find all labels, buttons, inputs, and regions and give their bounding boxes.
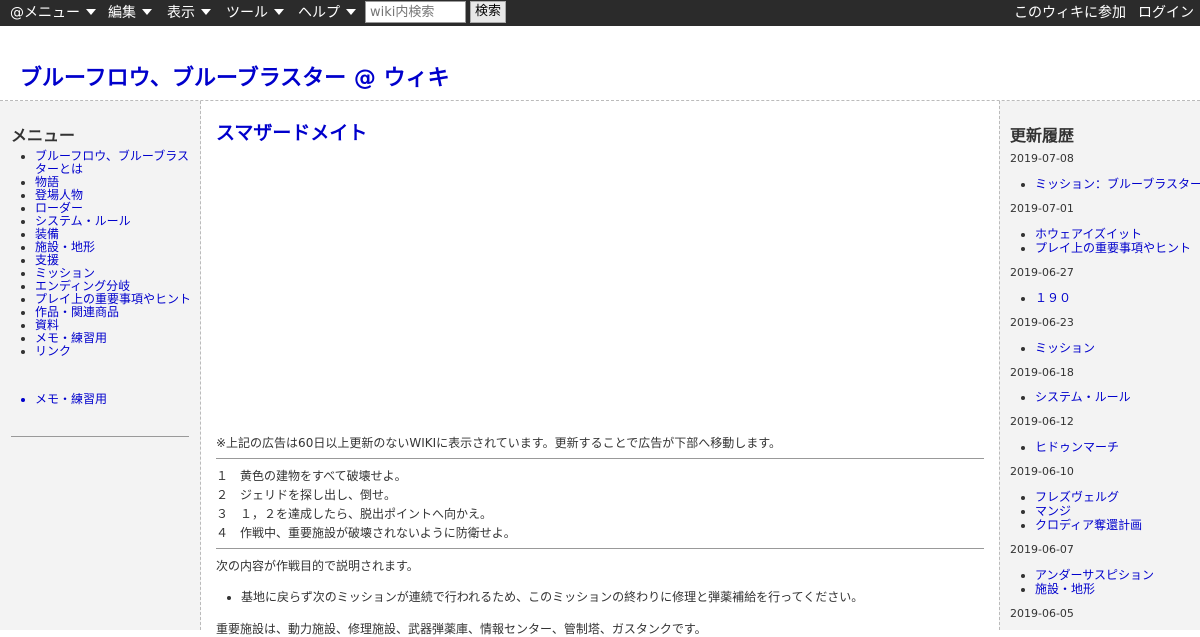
update-date: 2019-07-08 (1010, 152, 1074, 165)
objective-item: ３ １，２を達成したら、脱出ポイントへ向かえ。 (216, 505, 492, 522)
content-divider (216, 458, 984, 459)
update-link[interactable]: アンダーサスピション (1035, 568, 1154, 582)
objective-text: ジェリドを探し出し、倒せ。 (240, 488, 397, 502)
update-date: 2019-06-12 (1010, 415, 1074, 428)
update-date: 2019-06-18 (1010, 366, 1074, 379)
site-title[interactable]: ブルーフロウ、ブルーブラスター @ ウィキ (20, 60, 450, 92)
update-list: システム・ルール (1035, 390, 1131, 404)
update-list: フレズヴェルグ マンジ クロディア奪還計画 (1035, 490, 1142, 532)
update-link[interactable]: ヒドゥンマーチ (1035, 440, 1119, 454)
update-link[interactable]: マンジ (1035, 504, 1142, 518)
edit-dropdown[interactable]: 編集 (108, 0, 152, 26)
list-item: 基地に戻らず次のミッションが連続で行われるため、このミッションの終わりに修理と弾… (241, 588, 863, 605)
update-link[interactable]: ミッション：ブルーブラスター (1035, 177, 1200, 191)
chevron-down-icon (86, 9, 96, 15)
update-date: 2019-06-10 (1010, 465, 1074, 478)
menu-dropdown[interactable]: @メニュー (10, 0, 96, 26)
update-link[interactable]: 施設・地形 (1035, 582, 1154, 596)
sidebar-item[interactable]: システム・ルール (35, 215, 195, 228)
update-list: ミッション：ブルーブラスター (1035, 177, 1200, 191)
chevron-down-icon (201, 9, 211, 15)
objective-text: １，２を達成したら、脱出ポイントへ向かえ。 (240, 507, 493, 521)
page-title[interactable]: スマザードメイト (216, 118, 367, 145)
sidebar-item[interactable]: ブルーフロウ、ブルーブラスターとは (35, 150, 195, 176)
objective-number: ４ (216, 526, 229, 540)
update-link[interactable]: ミッション (1035, 341, 1095, 355)
update-link[interactable]: フレズヴェルグ (1035, 490, 1142, 504)
update-list: ミッション (1035, 341, 1095, 355)
update-date: 2019-06-07 (1010, 543, 1074, 556)
update-link[interactable]: ホウェアイズイット (1035, 227, 1191, 241)
left-divider (11, 436, 189, 437)
tools-dropdown-label: ツール (226, 5, 268, 21)
recent-updates-heading: 更新履歴 (1010, 126, 1075, 145)
update-link[interactable]: １９０ (1035, 291, 1071, 305)
ad-notice: ※上記の広告は60日以上更新のないWIKIに表示されています。更新することで広告… (216, 436, 782, 450)
update-list: ホウェアイズイット プレイ上の重要事項やヒント (1035, 227, 1191, 255)
update-list: ヒドゥンマーチ (1035, 440, 1119, 454)
sidebar-item[interactable]: リンク (35, 345, 195, 358)
update-date: 2019-06-23 (1010, 316, 1074, 329)
top-toolbar: @メニュー 編集 表示 ツール ヘルプ 検索 このウィキに参加 ログイン (0, 0, 1200, 26)
objective-number: ３ (216, 507, 229, 521)
login-link[interactable]: ログイン (1138, 0, 1194, 26)
sidebar-item[interactable]: 作品・関連商品 (35, 306, 195, 319)
join-wiki-link[interactable]: このウィキに参加 (1014, 0, 1126, 26)
chevron-down-icon (274, 9, 284, 15)
chevron-down-icon (346, 9, 356, 15)
left-menu-list: ブルーフロウ、ブルーブラスターとは 物語 登場人物 ローダー システム・ルール … (35, 150, 195, 358)
objective-text: 作戦中、重要施設が破壊されないように防衛せよ。 (240, 526, 516, 540)
content-divider (216, 548, 984, 549)
update-date: 2019-07-01 (1010, 202, 1074, 215)
update-link[interactable]: システム・ルール (1035, 390, 1131, 404)
update-list: １９０ (1035, 291, 1071, 305)
objective-item: ４ 作戦中、重要施設が破壊されないように防衛せよ。 (216, 524, 516, 541)
view-dropdown[interactable]: 表示 (167, 0, 211, 26)
update-link[interactable]: クロディア奪還計画 (1035, 518, 1142, 532)
help-dropdown-label: ヘルプ (298, 5, 340, 21)
search-input[interactable] (365, 1, 466, 23)
edit-dropdown-label: 編集 (108, 5, 136, 21)
objective-text: 黄色の建物をすべて破壊せよ。 (240, 469, 407, 483)
explanation-intro: 次の内容が作戦目的で説明されます。 (216, 559, 419, 573)
view-dropdown-label: 表示 (167, 5, 195, 21)
objective-number: ２ (216, 488, 229, 502)
help-dropdown[interactable]: ヘルプ (298, 0, 356, 26)
update-link[interactable]: プレイ上の重要事項やヒント (1035, 241, 1191, 255)
tools-dropdown[interactable]: ツール (226, 0, 284, 26)
menu-dropdown-label: @メニュー (10, 5, 80, 21)
objective-item: ２ ジェリドを探し出し、倒せ。 (216, 486, 396, 503)
facilities-text: 重要施設は、動力施設、修理施設、武器弾薬庫、情報センター、管制塔、ガスタンクです… (216, 622, 707, 636)
objective-item: １ 黄色の建物をすべて破壊せよ。 (216, 467, 407, 484)
left-menu-heading: メニュー (11, 126, 76, 145)
left-extra-list: メモ・練習用 (35, 393, 195, 406)
update-date: 2019-06-27 (1010, 266, 1074, 279)
update-list: アンダーサスピション 施設・地形 (1035, 568, 1154, 596)
sidebar-item[interactable]: 施設・地形 (35, 241, 195, 254)
sidebar-item[interactable]: メモ・練習用 (35, 393, 195, 406)
search-button[interactable]: 検索 (470, 1, 506, 23)
explanation-list: 基地に戻らず次のミッションが連続で行われるため、このミッションの終わりに修理と弾… (241, 588, 863, 605)
update-date: 2019-06-05 (1010, 607, 1074, 620)
objective-number: １ (216, 469, 229, 483)
chevron-down-icon (142, 9, 152, 15)
